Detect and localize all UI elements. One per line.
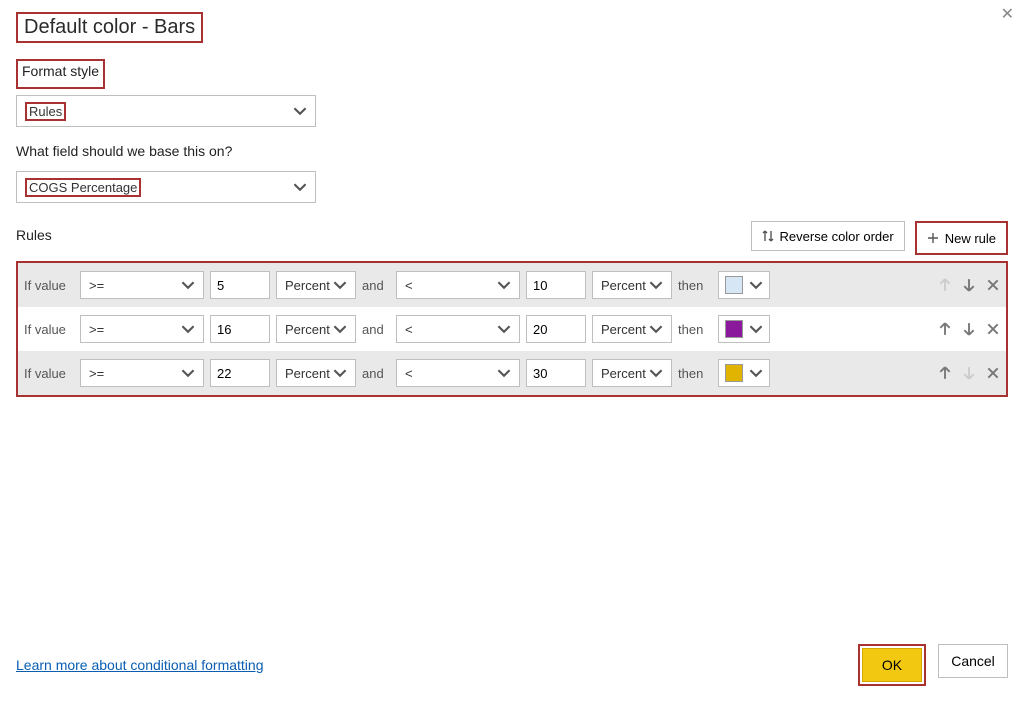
unit1-dropdown[interactable]: Percent [276, 315, 356, 343]
chevron-down-icon [333, 366, 347, 380]
swap-icon [762, 230, 774, 242]
color-dropdown[interactable] [718, 315, 770, 343]
rule-row: If value >= Percent and < Percent then [18, 307, 1006, 351]
unit1-dropdown[interactable]: Percent [276, 271, 356, 299]
dialog-title: Default color - Bars [24, 16, 195, 38]
chevron-down-icon [497, 322, 511, 336]
chevron-down-icon [649, 322, 663, 336]
arrow-up-icon [938, 278, 952, 292]
chevron-down-icon [649, 366, 663, 380]
rules-panel: If value >= Percent and < Percent then I… [16, 261, 1008, 397]
unit2-dropdown[interactable]: Percent [592, 315, 672, 343]
ok-button[interactable]: OK [862, 648, 922, 682]
operator2-dropdown[interactable]: < [396, 271, 520, 299]
chevron-down-icon [333, 278, 347, 292]
value1-input[interactable] [210, 315, 270, 343]
and-label: and [362, 366, 390, 381]
unit2-dropdown[interactable]: Percent [592, 271, 672, 299]
chevron-down-icon [181, 278, 195, 292]
cancel-button[interactable]: Cancel [938, 644, 1008, 678]
chevron-down-icon [293, 180, 307, 194]
rule-row: If value >= Percent and < Percent then [18, 351, 1006, 395]
rule-row: If value >= Percent and < Percent then [18, 263, 1006, 307]
chevron-down-icon [649, 278, 663, 292]
delete-icon[interactable] [986, 322, 1000, 336]
operator1-dropdown[interactable]: >= [80, 315, 204, 343]
arrow-down-icon [962, 366, 976, 380]
then-label: then [678, 366, 712, 381]
chevron-down-icon [293, 104, 307, 118]
field-question-label: What field should we base this on? [16, 143, 232, 159]
arrow-up-icon[interactable] [938, 366, 952, 380]
color-dropdown[interactable] [718, 359, 770, 387]
chevron-down-icon [181, 322, 195, 336]
and-label: and [362, 322, 390, 337]
arrow-up-icon[interactable] [938, 322, 952, 336]
value1-input[interactable] [210, 359, 270, 387]
and-label: and [362, 278, 390, 293]
value2-input[interactable] [526, 315, 586, 343]
arrow-down-icon[interactable] [962, 322, 976, 336]
plus-icon [927, 232, 939, 244]
delete-icon[interactable] [986, 366, 1000, 380]
rules-label: Rules [16, 227, 52, 243]
if-label: If value [24, 366, 74, 381]
operator1-dropdown[interactable]: >= [80, 271, 204, 299]
operator2-dropdown[interactable]: < [396, 359, 520, 387]
color-swatch [725, 364, 743, 382]
color-swatch [725, 276, 743, 294]
color-swatch [725, 320, 743, 338]
new-rule-label: New rule [945, 231, 996, 246]
field-value: COGS Percentage [29, 180, 137, 195]
new-rule-button[interactable]: New rule [917, 223, 1006, 253]
field-dropdown[interactable]: COGS Percentage [16, 171, 316, 203]
unit1-dropdown[interactable]: Percent [276, 359, 356, 387]
unit2-dropdown[interactable]: Percent [592, 359, 672, 387]
value2-input[interactable] [526, 271, 586, 299]
reverse-label: Reverse color order [780, 229, 894, 244]
if-label: If value [24, 278, 74, 293]
delete-icon[interactable] [986, 278, 1000, 292]
chevron-down-icon [333, 322, 347, 336]
chevron-down-icon [749, 322, 763, 336]
chevron-down-icon [749, 278, 763, 292]
chevron-down-icon [181, 366, 195, 380]
learn-more-link[interactable]: Learn more about conditional formatting [16, 657, 263, 673]
format-style-dropdown[interactable]: Rules [16, 95, 316, 127]
arrow-down-icon[interactable] [962, 278, 976, 292]
format-style-value: Rules [29, 104, 62, 119]
operator1-dropdown[interactable]: >= [80, 359, 204, 387]
if-label: If value [24, 322, 74, 337]
then-label: then [678, 278, 712, 293]
chevron-down-icon [497, 366, 511, 380]
format-style-label: Format style [22, 63, 99, 79]
then-label: then [678, 322, 712, 337]
value1-input[interactable] [210, 271, 270, 299]
operator2-dropdown[interactable]: < [396, 315, 520, 343]
reverse-color-order-button[interactable]: Reverse color order [751, 221, 905, 251]
close-icon[interactable]: ✕ [1001, 4, 1014, 24]
chevron-down-icon [749, 366, 763, 380]
chevron-down-icon [497, 278, 511, 292]
value2-input[interactable] [526, 359, 586, 387]
color-dropdown[interactable] [718, 271, 770, 299]
